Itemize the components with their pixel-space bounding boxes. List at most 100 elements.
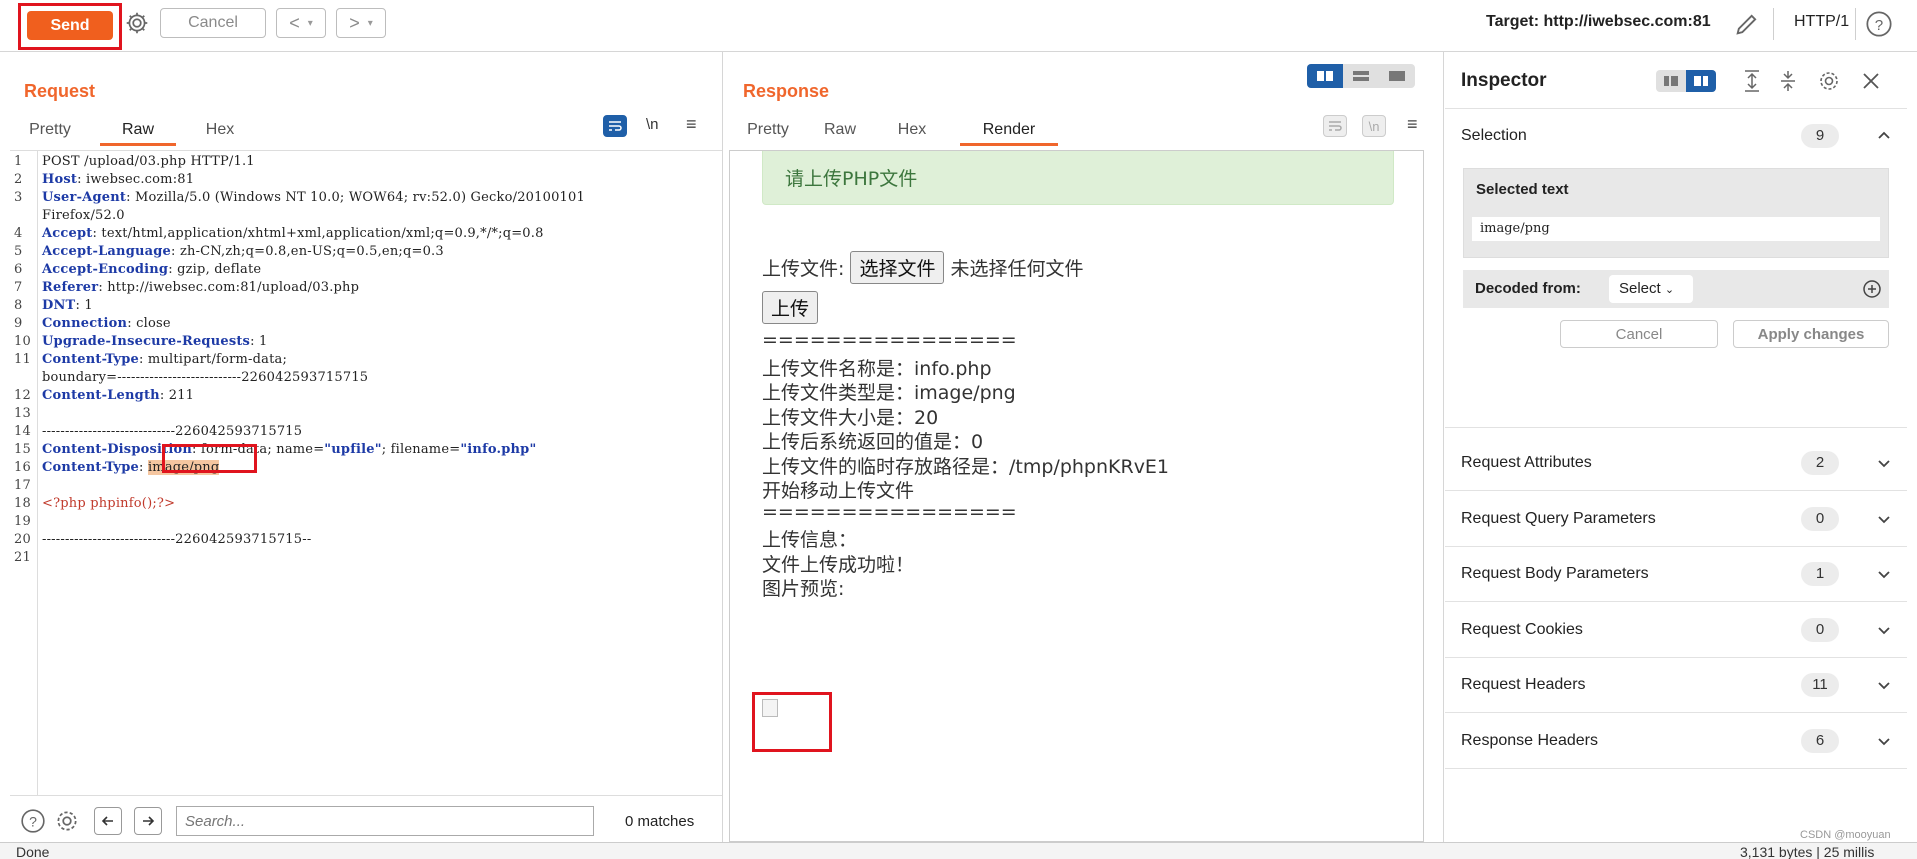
inspector-title: Inspector xyxy=(1461,70,1547,91)
line-number: 9 xyxy=(14,316,23,331)
expand-all-icon[interactable] xyxy=(1741,69,1763,93)
code-token: POST /upload/03.php HTTP/1.1 xyxy=(42,154,255,169)
tab-raw[interactable]: Raw xyxy=(810,118,870,146)
chevron-down-icon[interactable] xyxy=(1875,621,1893,639)
selected-text-box: Selected text image/png xyxy=(1463,168,1889,258)
tab-raw[interactable]: Raw xyxy=(100,118,176,146)
tab-hex[interactable]: Hex xyxy=(190,118,250,146)
line-text: User-Agent: Mozilla/5.0 (Windows NT 10.0… xyxy=(42,189,585,207)
newline-toggle-icon[interactable]: \n xyxy=(646,116,659,133)
inspector-section[interactable]: Response Headers 6 xyxy=(1445,714,1907,769)
search-input[interactable] xyxy=(176,806,594,836)
section-label: Request Attributes xyxy=(1461,454,1592,471)
code-line: 12 Content-Length: 211 xyxy=(10,387,722,405)
help-icon[interactable]: ? xyxy=(20,808,46,834)
upload-button[interactable]: 上传 xyxy=(762,291,819,324)
help-icon[interactable]: ? xyxy=(1865,10,1893,38)
tab-pretty[interactable]: Pretty xyxy=(738,118,798,146)
target-label[interactable]: Target: http://iwebsec.com:81 xyxy=(1486,13,1711,31)
top-toolbar: Send Cancel < ▾ > ▾ Target: http://iwebsec… xyxy=(0,0,1917,52)
menu-icon[interactable]: ≡ xyxy=(1407,114,1418,135)
code-line: 5 Accept-Language: zh-CN,zh;q=0.8,en-US;q… xyxy=(10,243,722,261)
line-number: 19 xyxy=(14,514,31,529)
http-version[interactable]: HTTP/1 xyxy=(1794,13,1849,31)
tabbed-view-icon[interactable] xyxy=(1379,64,1415,88)
line-text: Firefox/52.0 xyxy=(42,207,125,225)
line-number: 12 xyxy=(14,388,31,403)
panel-right-icon[interactable] xyxy=(1686,70,1716,92)
code-line: 6 Accept-Encoding: gzip, deflate xyxy=(10,261,722,279)
back-button[interactable]: < ▾ xyxy=(276,8,326,38)
chevron-down-icon[interactable] xyxy=(1875,565,1893,583)
collapse-all-icon[interactable] xyxy=(1777,69,1799,93)
selection-section: Selection 9 Selected text image/png Deco… xyxy=(1445,108,1907,428)
chevron-up-icon[interactable] xyxy=(1875,127,1893,145)
code-token: Content-Type xyxy=(42,460,140,475)
line-text: Accept-Language: zh-CN,zh;q=0.8,en-US;q=… xyxy=(42,243,444,261)
selection-header[interactable]: Selection 9 xyxy=(1445,108,1907,164)
tab-hex[interactable]: Hex xyxy=(882,118,942,146)
cancel-label: Cancel xyxy=(188,14,238,31)
inspector-cancel-button[interactable]: Cancel xyxy=(1560,320,1718,348)
tab-pretty[interactable]: Pretty xyxy=(20,118,80,146)
inspector-section[interactable]: Request Headers 11 xyxy=(1445,658,1907,713)
status-bar: Done CSDN @mooyuan 3,131 bytes | 25 mill… xyxy=(0,829,1917,859)
result-line: 上传文件的临时存放路径是：/tmp/phpnKRvE1 xyxy=(762,455,1170,478)
line-text: -----------------------------22604259371… xyxy=(42,423,302,441)
inspector-layout-toggle xyxy=(1656,70,1716,92)
decoded-select[interactable]: Select ⌄ xyxy=(1609,275,1693,303)
tab-render[interactable]: Render xyxy=(960,118,1058,146)
panel-left-icon[interactable] xyxy=(1656,70,1686,92)
code-token: ; filename= xyxy=(381,442,461,457)
choose-file-button[interactable]: 选择文件 xyxy=(850,251,945,284)
toolbar-divider xyxy=(1855,8,1856,40)
code-line: 16 Content-Type: image/png xyxy=(10,459,722,477)
gear-icon[interactable] xyxy=(124,10,150,36)
forward-button[interactable]: > ▾ xyxy=(336,8,386,38)
chevron-down-icon[interactable] xyxy=(1875,454,1893,472)
code-line: 3 User-Agent: Mozilla/5.0 (Windows NT 10.… xyxy=(10,189,722,207)
request-code[interactable]: 1 POST /upload/03.php HTTP/1.1 2 Host: iweb… xyxy=(10,153,722,567)
newline-toggle-icon[interactable]: \n xyxy=(1362,115,1386,137)
inspector-section[interactable]: Request Attributes 2 xyxy=(1445,436,1907,491)
request-editor[interactable]: 1 POST /upload/03.php HTTP/1.1 2 Host: iweb… xyxy=(10,150,722,796)
code-token: Accept-Encoding xyxy=(42,262,169,277)
chevron-down-icon[interactable] xyxy=(1875,676,1893,694)
code-token: Upgrade-Insecure-Requests xyxy=(42,334,251,349)
menu-icon[interactable]: ≡ xyxy=(686,114,697,135)
settings-icon[interactable] xyxy=(1817,69,1841,93)
result-line: 上传文件大小是：20 xyxy=(762,406,939,429)
cancel-button[interactable]: Cancel xyxy=(160,8,266,38)
section-label: Response Headers xyxy=(1461,731,1598,749)
word-wrap-icon[interactable] xyxy=(1323,115,1347,137)
send-button[interactable]: Send xyxy=(27,11,113,40)
line-text: -----------------------------22604259371… xyxy=(42,531,311,549)
close-icon[interactable] xyxy=(1861,71,1881,91)
chevron-down-icon[interactable] xyxy=(1875,510,1893,528)
add-icon[interactable] xyxy=(1863,280,1881,298)
previous-match-button[interactable] xyxy=(94,807,122,835)
stacked-view-icon[interactable] xyxy=(1343,64,1379,88)
edit-target-icon[interactable] xyxy=(1733,10,1761,38)
line-number: 1 xyxy=(14,154,23,169)
burp-repeater-window: Send Cancel < ▾ > ▾ Target: http://iwebsec… xyxy=(0,0,1917,859)
code-line: 18 <?php phpinfo();?> xyxy=(10,495,722,513)
side-by-side-view-icon[interactable] xyxy=(1307,64,1343,88)
section-count-badge: 11 xyxy=(1801,673,1839,697)
response-tabs: Pretty Raw Hex Render xyxy=(738,118,1058,146)
inspector-section[interactable]: Request Cookies 0 xyxy=(1445,603,1907,658)
apply-changes-button[interactable]: Apply changes xyxy=(1733,320,1889,348)
selected-text-value[interactable]: image/png xyxy=(1472,217,1880,241)
chevron-down-icon[interactable] xyxy=(1875,732,1893,750)
code-token: Content-Length xyxy=(42,388,160,403)
line-text: Content-Disposition: form-data; name="up… xyxy=(42,441,536,459)
code-token: Accept-Language xyxy=(42,244,172,259)
apply-changes-label: Apply changes xyxy=(1757,325,1865,343)
settings-icon[interactable] xyxy=(54,808,80,834)
word-wrap-icon[interactable] xyxy=(603,115,627,137)
inspector-section[interactable]: Request Body Parameters 1 xyxy=(1445,547,1907,602)
next-match-button[interactable] xyxy=(134,807,162,835)
decoded-select-value: Select xyxy=(1619,280,1661,297)
inspector-section[interactable]: Request Query Parameters 0 xyxy=(1445,492,1907,547)
code-line: 17 xyxy=(10,477,722,495)
